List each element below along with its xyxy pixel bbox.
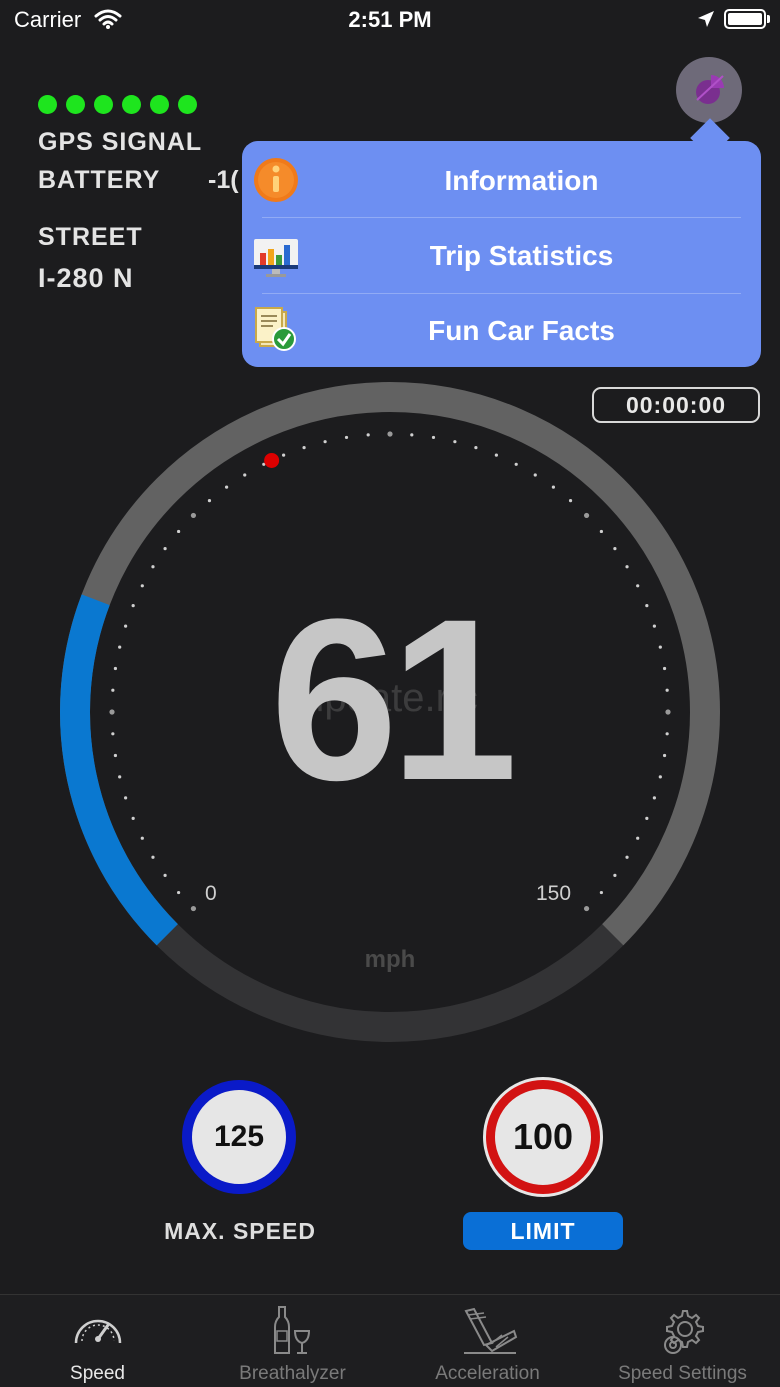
street-value: I-280 N xyxy=(38,263,134,293)
gauge-min-label: 0 xyxy=(205,882,217,905)
gps-dot xyxy=(150,95,169,114)
status-time: 2:51 PM xyxy=(348,7,432,32)
gauge-scale-dot xyxy=(474,446,478,450)
speed-limit-sign[interactable]: 100 xyxy=(486,1080,600,1194)
max-speed-label: MAX. SPEED xyxy=(164,1218,316,1244)
tab-acceleration[interactable]: Acceleration xyxy=(390,1295,585,1387)
gauge-scale-dot xyxy=(514,462,518,466)
gauge-scale-dot xyxy=(431,435,436,440)
gauge-scale-dot xyxy=(583,905,590,912)
gps-dot xyxy=(38,95,57,114)
pie-chart-icon xyxy=(696,75,724,104)
gauge-scale-dot xyxy=(163,873,167,878)
gps-dot xyxy=(178,95,197,114)
menu-item-trip-statistics[interactable]: Trip Statistics xyxy=(242,218,761,293)
popover-menu: Information Trip Statistics Fun Car Fact… xyxy=(242,141,761,367)
tab-breathalyzer[interactable]: Breathalyzer xyxy=(195,1295,390,1387)
gps-dot xyxy=(94,95,113,114)
gauge-scale-dot xyxy=(625,565,629,569)
gauge-scale-dot xyxy=(366,433,370,437)
gauge-scale-dot xyxy=(645,816,649,820)
tab-label: Breathalyzer xyxy=(239,1363,346,1384)
gauge-scale-dot xyxy=(533,473,537,477)
gauge-scale-dot xyxy=(453,440,457,444)
gauge-scale-dot xyxy=(151,565,155,569)
max-speed-sign: 125 xyxy=(182,1080,296,1194)
menu-button[interactable] xyxy=(676,57,742,123)
gauge-scale-dot xyxy=(625,855,629,859)
gps-signal-label: GPS SIGNAL xyxy=(38,128,203,156)
tab-label: Acceleration xyxy=(435,1363,540,1384)
limit-button[interactable]: LIMIT xyxy=(463,1212,623,1250)
battery-tip xyxy=(767,15,770,23)
gauge-scale-dot xyxy=(177,890,181,895)
gauge-scale-dot xyxy=(224,485,229,489)
bottle-glass-icon xyxy=(274,1306,311,1354)
menu-item-label: Trip Statistics xyxy=(429,240,614,271)
speed-marker xyxy=(264,452,280,468)
gauge-scale-dot xyxy=(636,836,640,840)
gauge-scale-dot xyxy=(494,453,498,457)
gauge-scale-dot xyxy=(177,529,181,534)
gauge-scale-dot xyxy=(599,890,603,895)
tab-speed[interactable]: Speed xyxy=(0,1295,195,1387)
gauge-scale-dot xyxy=(163,546,167,551)
gauge-scale-dot xyxy=(190,905,197,912)
menu-item-label: Information xyxy=(444,165,599,196)
gauge-scale-dot xyxy=(344,435,349,440)
tab-speed-settings[interactable]: Speed Settings xyxy=(585,1295,780,1387)
tab-label: Speed Settings xyxy=(618,1363,747,1384)
gauge-scale-dot xyxy=(207,499,212,503)
location-arrow-icon xyxy=(696,9,716,34)
gauge-scale-dot xyxy=(190,512,197,519)
tab-bar: Speed Breathalyzer Acceleration Speed Se… xyxy=(0,1294,780,1387)
gps-signal-dots xyxy=(38,95,197,114)
gps-dot xyxy=(122,95,141,114)
gauge-scale-dot xyxy=(599,529,603,534)
pedal-icon xyxy=(464,1307,518,1354)
gauge-scale-dot xyxy=(410,433,414,437)
gauge-scale-dot xyxy=(387,431,393,437)
gauge-scale-dot xyxy=(613,873,617,878)
gauge-scale-dot xyxy=(151,855,155,859)
gauge-scale-dot xyxy=(302,446,306,450)
status-bar: Carrier 2:51 PM xyxy=(0,0,780,40)
gear-icon xyxy=(664,1310,704,1354)
gauge-scale-dot xyxy=(131,816,135,820)
gauge-scale-dot xyxy=(583,512,590,519)
battery-icon xyxy=(724,9,766,29)
gauge-max-label: 150 xyxy=(536,882,572,905)
gauge-scale-dot xyxy=(282,453,286,457)
gauge-scale-dot xyxy=(613,546,617,551)
gauge-scale-dot xyxy=(323,440,327,444)
battery-label: BATTERY xyxy=(38,166,161,194)
street-label: STREET xyxy=(38,223,143,251)
menu-item-information[interactable]: Information xyxy=(242,143,761,218)
gps-dot xyxy=(66,95,85,114)
gauge-scale-dot xyxy=(568,499,573,503)
speed-unit: mph xyxy=(364,946,416,973)
current-speed: 61 xyxy=(270,571,518,828)
battery-value: -1( xyxy=(208,166,239,194)
gauge-scale-dot xyxy=(551,485,556,489)
speedometer-icon xyxy=(74,1319,122,1344)
gauge-scale-dot xyxy=(243,473,247,477)
menu-item-label: Fun Car Facts xyxy=(428,315,615,346)
tab-label: Speed xyxy=(70,1363,125,1384)
gauge-scale-dot xyxy=(140,836,144,840)
menu-item-fun-car-facts[interactable]: Fun Car Facts xyxy=(242,293,761,367)
